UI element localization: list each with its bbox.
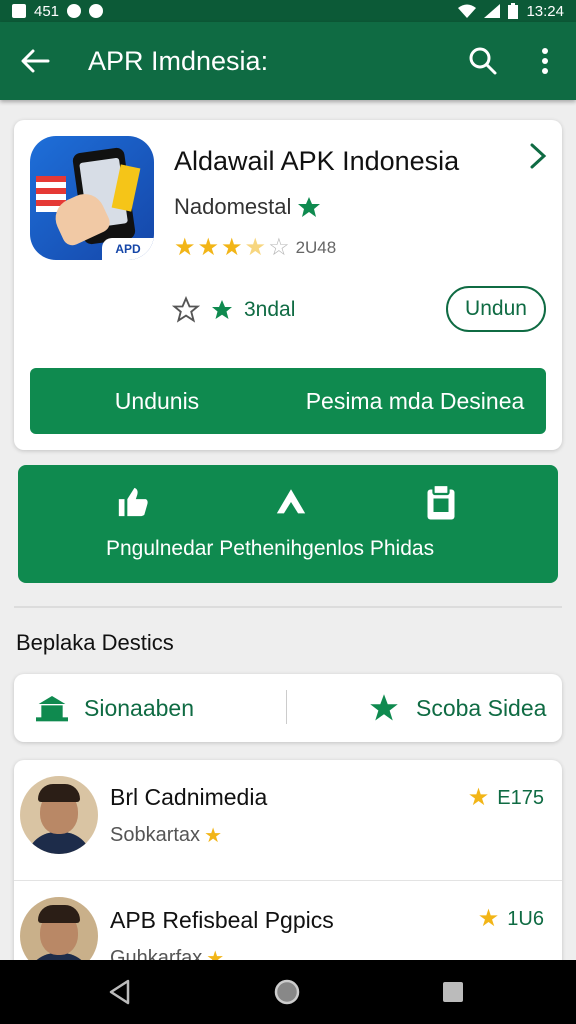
app-icon: APD <box>30 136 154 260</box>
star-filled-icon <box>370 694 398 721</box>
star-outline-icon <box>172 296 200 323</box>
status-time-left: 451 <box>34 2 60 20</box>
chevron-right-icon <box>530 143 547 169</box>
star-filled-icon <box>212 300 232 319</box>
overflow-menu-button[interactable] <box>514 22 576 100</box>
app-detail-card: APD Aldawail APK Indonesia Nadomestal ★ … <box>14 120 562 450</box>
star-icon: ★ <box>467 784 490 811</box>
app-rating: ★ ★ ★ ★ ☆ 2U48 <box>174 236 336 260</box>
section-divider <box>14 606 562 608</box>
list-item-subtitle: Sobkartax ★ <box>110 824 222 847</box>
nav-recents-icon[interactable] <box>439 978 467 1006</box>
nav-home-icon[interactable] <box>273 978 301 1006</box>
app-icon-tag: APD <box>102 238 154 260</box>
list-item[interactable]: Brl Cadnimedia Sobkartax ★ ★ E175 <box>14 760 562 881</box>
nav-back-icon[interactable] <box>106 978 134 1006</box>
search-icon <box>469 47 497 75</box>
list-item-score: ★ 1U6 <box>478 907 544 931</box>
avatar-hair <box>38 784 80 802</box>
list-item-title: APB Refisbeal Pgpics <box>110 907 334 933</box>
wifi-icon <box>458 4 477 18</box>
filter-card: Sionaaben Scoba Sidea <box>14 674 562 742</box>
app-details-chevron[interactable] <box>528 142 548 175</box>
section-title: Beplaka Destics <box>16 630 174 655</box>
rating-star-half-icon: ★ <box>244 234 267 261</box>
home-arrow-icon <box>274 485 308 524</box>
battery-icon <box>508 3 519 19</box>
status-time-right: 13:24 <box>526 2 564 20</box>
secondary-action-button[interactable]: Pesima mda Desinea <box>284 388 546 415</box>
document-icon <box>426 483 456 526</box>
download-action-button[interactable]: Undunis <box>30 388 284 415</box>
favorite-row[interactable]: 3ndal <box>172 296 295 324</box>
arrow-left-icon <box>21 49 50 73</box>
rating-star-empty-icon: ☆ <box>268 234 290 261</box>
features-panel[interactable]: Pngulnedar Pethenihgenlos Phidas <box>18 465 558 583</box>
page-title: APR Imdnesia: <box>88 45 269 76</box>
more-vert-icon <box>542 48 548 74</box>
app-name[interactable]: Aldawail APK Indonesia <box>174 146 459 177</box>
developer-name: Nadomestal <box>174 194 292 219</box>
app-developer[interactable]: Nadomestal <box>174 194 321 220</box>
rating-count: 2U48 <box>295 238 337 257</box>
features-icons <box>18 483 558 526</box>
filter-right-button[interactable]: Scoba Sidea <box>368 674 546 742</box>
toggle-separator <box>286 690 287 724</box>
list-item-subtitle-text: Sobkartax <box>110 824 201 846</box>
store-icon <box>36 696 68 722</box>
star-icon: ★ <box>204 824 222 847</box>
filter-left-label: Sionaaben <box>84 694 194 721</box>
avatar-suit <box>26 832 92 854</box>
list-item-title: Brl Cadnimedia <box>110 784 268 810</box>
shield-notification-icon <box>89 4 104 18</box>
search-button[interactable] <box>452 22 514 100</box>
thumbs-up-icon <box>116 485 150 524</box>
avatar <box>20 776 98 854</box>
list-item-score: ★ E175 <box>468 786 544 810</box>
rating-star-icon: ★ <box>174 234 196 261</box>
status-bar: 451 13:24 <box>0 0 576 22</box>
notification-icon <box>12 4 26 18</box>
system-navigation-bar <box>0 960 576 1024</box>
avatar-hair <box>38 905 80 923</box>
app-notification-icon <box>67 4 82 18</box>
filter-left-button[interactable]: Sionaaben <box>36 674 194 742</box>
features-label: Pngulnedar Pethenihgenlos Phidas <box>106 537 435 560</box>
back-button[interactable] <box>0 22 70 100</box>
app-bar: APR Imdnesia: <box>0 22 576 100</box>
filter-right-label: Scoba Sidea <box>416 694 547 721</box>
verified-star-icon <box>298 197 321 217</box>
rating-star-icon: ★ <box>197 234 220 261</box>
list-item-score-text: 1U6 <box>507 907 544 930</box>
favorite-label: 3ndal <box>244 298 296 321</box>
signal-icon <box>484 4 501 18</box>
install-button[interactable]: Undun <box>446 286 546 332</box>
list-item-score-text: E175 <box>497 786 544 809</box>
primary-action-bar: Undunis Pesima mda Desinea <box>30 368 546 434</box>
star-icon: ★ <box>477 905 500 932</box>
rating-star-icon: ★ <box>221 234 243 261</box>
